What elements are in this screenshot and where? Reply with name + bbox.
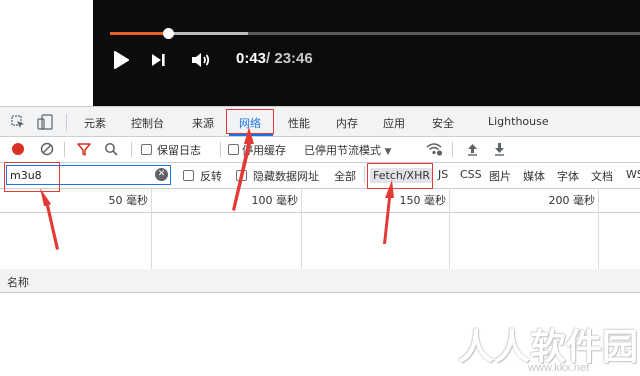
inspect-element-icon[interactable] — [11, 115, 25, 129]
import-har-icon[interactable] — [466, 142, 479, 156]
preserve-log-label: 保留日志 — [157, 144, 201, 157]
annotation-box-filter — [4, 162, 60, 192]
chevron-down-icon: ▼ — [384, 147, 392, 157]
separator — [220, 142, 221, 157]
filter-img[interactable]: 图片 — [489, 168, 511, 184]
next-icon[interactable] — [146, 48, 170, 72]
timeline-overview[interactable]: 50 毫秒 100 毫秒 150 毫秒 200 毫秒 — [0, 189, 640, 270]
throttling-select[interactable]: 已停用节流模式 ▼ — [304, 142, 391, 158]
timeline-ruler: 50 毫秒 100 毫秒 150 毫秒 200 毫秒 — [0, 189, 640, 213]
play-icon[interactable] — [109, 48, 133, 72]
current-time: 0:43 — [236, 50, 267, 67]
tab-8[interactable]: Lighthouse — [488, 115, 549, 128]
separator — [64, 142, 65, 157]
invert-checkbox[interactable] — [183, 170, 194, 181]
hide-data-urls-label: 隐藏数据网址 — [253, 170, 319, 183]
timeline-gridline — [301, 189, 302, 269]
separator — [131, 142, 132, 157]
hide-data-urls-checkbox[interactable] — [236, 170, 247, 181]
preserve-log-checkbox[interactable] — [141, 144, 152, 155]
filter-media[interactable]: 媒体 — [523, 168, 545, 184]
filter-js[interactable]: JS — [438, 168, 448, 181]
tab-7[interactable]: 安全 — [432, 115, 454, 131]
progress-bar[interactable] — [110, 28, 640, 39]
video-area: 0:43/ 23:46 — [0, 0, 640, 106]
annotation-box-network-tab — [226, 109, 274, 134]
time-display: 0:43/ 23:46 — [236, 50, 313, 67]
separator — [66, 114, 67, 131]
network-conditions-icon[interactable] — [425, 141, 443, 157]
progress-handle[interactable] — [163, 28, 175, 39]
annotation-box-fetch-xhr — [367, 163, 433, 189]
tab-0[interactable]: 元素 — [84, 115, 106, 131]
tab-4[interactable]: 性能 — [288, 115, 310, 131]
filter-css[interactable]: CSS — [460, 168, 482, 181]
separator — [452, 142, 453, 157]
tab-6[interactable]: 应用 — [383, 115, 405, 131]
invert-label: 反转 — [200, 170, 222, 183]
filter-icon[interactable] — [77, 142, 91, 156]
separator — [364, 167, 365, 183]
filter-doc[interactable]: 文档 — [591, 168, 613, 184]
timeline-tick-label: 150 毫秒 — [399, 194, 447, 207]
clear-icon[interactable] — [40, 142, 54, 156]
timeline-tick-label: 100 毫秒 — [251, 194, 299, 207]
devtools-tabbar: 元素 控制台 来源 网络 性能 内存 应用 安全 Lighthouse — [0, 106, 640, 137]
network-toolbar: 保留日志 停用缓存 已停用节流模式 ▼ — [0, 137, 640, 163]
device-toolbar-icon[interactable] — [37, 114, 53, 130]
progress-played — [110, 32, 169, 35]
disable-cache-label: 停用缓存 — [242, 144, 286, 157]
tab-5[interactable]: 内存 — [336, 115, 358, 131]
timeline-gridline — [151, 189, 152, 269]
watermark: 人人软件园 www.kkx.net — [440, 318, 640, 376]
watermark-url: www.kkx.net — [528, 362, 590, 374]
record-icon[interactable] — [11, 142, 25, 156]
duration: / 23:46 — [266, 50, 313, 67]
tab-2[interactable]: 来源 — [192, 115, 214, 131]
export-har-icon[interactable] — [493, 142, 506, 156]
timeline-gridline — [598, 189, 599, 269]
video-player[interactable]: 0:43/ 23:46 — [93, 0, 640, 106]
active-tab-indicator — [229, 134, 273, 136]
timeline-gridline — [449, 189, 450, 269]
tab-1[interactable]: 控制台 — [131, 115, 164, 131]
clear-filter-icon[interactable]: ✕ — [155, 168, 168, 181]
filter-ws[interactable]: WS — [626, 168, 640, 181]
volume-icon[interactable] — [188, 48, 212, 72]
filter-font[interactable]: 字体 — [557, 168, 579, 184]
search-icon[interactable] — [104, 142, 118, 156]
request-table-header: 名称 — [0, 269, 640, 293]
timeline-tick-label: 50 毫秒 — [108, 194, 149, 207]
column-name-header[interactable]: 名称 — [7, 274, 29, 290]
timeline-tick-label: 200 毫秒 — [548, 194, 596, 207]
disable-cache-checkbox[interactable] — [228, 144, 239, 155]
throttling-value: 已停用节流模式 — [304, 144, 381, 157]
filter-all[interactable]: 全部 — [334, 168, 356, 184]
